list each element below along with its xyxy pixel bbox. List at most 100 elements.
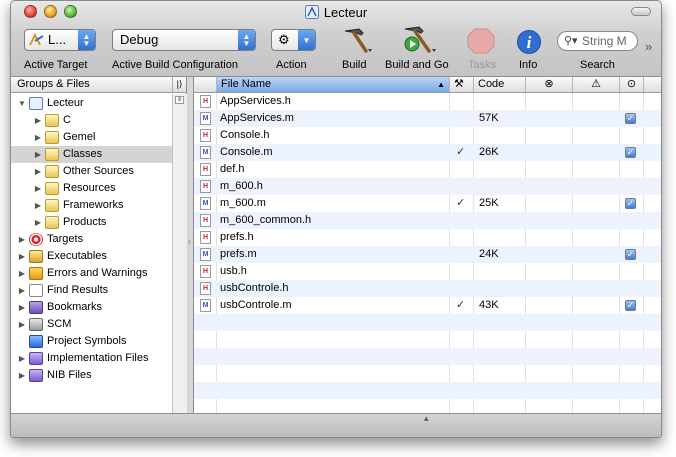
active-build-configuration-popup[interactable]: Debug ▲ ▼: [112, 29, 256, 51]
errors-column-header[interactable]: ⊗: [525, 77, 572, 92]
disclosure-collapsed-icon[interactable]: ▶: [33, 112, 43, 129]
groups-tree-item[interactable]: ▶ NIB Files: [11, 367, 172, 384]
disclosure-expanded-icon[interactable]: ▼: [17, 95, 27, 112]
tasks-button[interactable]: [466, 27, 496, 55]
build-label: Build: [342, 59, 367, 71]
disclosure-collapsed-icon[interactable]: ▶: [33, 214, 43, 231]
table-row[interactable]: Mm_600.m ✓ 25K ✓: [194, 195, 661, 212]
file-name-cell: m_600_common.h: [220, 214, 312, 226]
disclosure-collapsed-icon[interactable]: ▶: [33, 197, 43, 214]
list-view-icon[interactable]: ≡: [175, 96, 184, 104]
source-file-icon: M: [200, 248, 211, 261]
groups-tree-item[interactable]: ▶ Gemel: [11, 129, 172, 146]
groups-tree-item-label: Gemel: [63, 131, 96, 143]
groups-header: Groups & Files |⟩: [11, 77, 186, 93]
disclosure-collapsed-icon[interactable]: ▶: [17, 248, 27, 265]
toolbar-toggle-button[interactable]: [631, 7, 651, 16]
disclosure-collapsed-icon[interactable]: ▶: [17, 299, 27, 316]
groups-tree-item[interactable]: ▶ Bookmarks: [11, 299, 172, 316]
executables-icon: [29, 250, 43, 263]
file-name-cell: prefs.m: [220, 248, 257, 260]
groups-tree-item[interactable]: ▶ Other Sources: [11, 163, 172, 180]
header-file-icon: H: [200, 231, 211, 244]
groups-tree-item[interactable]: ▼ Lecteur: [11, 95, 172, 112]
disclosure-collapsed-icon[interactable]: ▶: [33, 163, 43, 180]
file-type-column-header[interactable]: [194, 77, 216, 92]
disclosure-collapsed-icon[interactable]: ▶: [17, 367, 27, 384]
table-row[interactable]: Husb.h: [194, 263, 661, 280]
groups-tree-item[interactable]: ▶ Executables: [11, 248, 172, 265]
table-row[interactable]: Hdef.h: [194, 161, 661, 178]
groups-tree-item[interactable]: ▶ SCM: [11, 316, 172, 333]
code-column-header[interactable]: Code: [473, 77, 525, 92]
pane-splitter[interactable]: ‹: [187, 77, 194, 413]
groups-tree-item[interactable]: ▶ Errors and Warnings: [11, 265, 172, 282]
code-size-cell: 43K: [479, 299, 499, 311]
folder-icon: [45, 165, 59, 178]
folder-icon: [45, 114, 59, 127]
disclosure-collapsed-icon[interactable]: ▶: [17, 316, 27, 333]
target-membership-checkbox[interactable]: ✓: [625, 198, 636, 209]
groups-tree-item[interactable]: ▶ Frameworks: [11, 197, 172, 214]
table-row[interactable]: M AppServices.m 57K ✓: [194, 110, 661, 127]
disclosure-collapsed-icon[interactable]: ▶: [17, 282, 27, 299]
tasks-label: Tasks: [468, 59, 497, 71]
table-row[interactable]: Hm_600.h: [194, 178, 661, 195]
disclosure-collapsed-icon[interactable]: ▶: [33, 180, 43, 197]
build-and-go-button[interactable]: [397, 23, 439, 57]
table-row[interactable]: HusbControle.h: [194, 280, 661, 297]
disclosure-collapsed-icon[interactable]: ▶: [17, 350, 27, 367]
file-name-column-header[interactable]: File Name ▲: [216, 77, 449, 92]
target-membership-checkbox[interactable]: ✓: [625, 113, 636, 124]
table-row[interactable]: Hm_600_common.h: [194, 212, 661, 229]
warnings-column-header[interactable]: ⚠: [572, 77, 619, 92]
header-file-icon: H: [200, 214, 211, 227]
folder-icon: [45, 216, 59, 229]
table-row[interactable]: Mprefs.m 24K ✓: [194, 246, 661, 263]
scm-icon: [29, 318, 43, 331]
groups-tree-item[interactable]: ▶ Targets: [11, 231, 172, 248]
build-checkmark-icon: ✓: [456, 197, 466, 209]
active-target-popup[interactable]: L... ▲ ▼: [24, 29, 96, 51]
build-button[interactable]: [335, 23, 375, 57]
target-column-header[interactable]: ⊙: [619, 77, 643, 92]
target-membership-checkbox[interactable]: ✓: [625, 147, 636, 158]
groups-tree-item[interactable]: ▶ Find Results: [11, 282, 172, 299]
groups-tree-item[interactable]: ▶ C: [11, 112, 172, 129]
window-title-text: Lecteur: [323, 5, 368, 20]
file-name-cell: m_600.m: [220, 197, 266, 209]
toolbar-overflow-icon[interactable]: »: [645, 39, 652, 54]
table-row[interactable]: MusbControle.m ✓ 43K ✓: [194, 297, 661, 314]
search-input[interactable]: ⚲▾ String M: [557, 31, 638, 51]
targets-icon: [29, 233, 43, 246]
table-row[interactable]: H AppServices.h: [194, 93, 661, 110]
groups-tree-item[interactable]: ▶ Products: [11, 214, 172, 231]
disclosure-collapsed-icon[interactable]: ▶: [17, 231, 27, 248]
disclosure-collapsed-icon[interactable]: ▶: [17, 265, 27, 282]
target-membership-icon: ⊙: [626, 78, 637, 90]
groups-tree-item[interactable]: ▶ Classes: [11, 146, 172, 163]
table-row[interactable]: Hprefs.h: [194, 229, 661, 246]
groups-tree-item-label: Targets: [47, 233, 84, 245]
info-icon: i: [517, 30, 541, 54]
groups-scrollbar[interactable]: ≡: [172, 94, 187, 413]
target-membership-checkbox[interactable]: ✓: [625, 300, 636, 311]
info-button[interactable]: i: [515, 29, 543, 55]
target-membership-checkbox[interactable]: ✓: [625, 249, 636, 260]
groups-tree-item[interactable]: ▶ Resources: [11, 180, 172, 197]
build-column-header[interactable]: ⚒: [449, 77, 473, 92]
groups-tree-item[interactable]: ▶ Implementation Files: [11, 350, 172, 367]
file-name-cell: usbControle.h: [220, 282, 289, 294]
build-checkmark-icon: ✓: [456, 146, 466, 158]
action-label: Action: [276, 59, 307, 71]
file-name-cell: usbControle.m: [220, 299, 292, 311]
table-row[interactable]: M Console.m ✓ 26K ✓: [194, 144, 661, 161]
active-target-value: L...: [48, 32, 67, 47]
split-view-icon[interactable]: |⟩: [172, 77, 186, 92]
groups-tree-item[interactable]: Project Symbols: [11, 333, 172, 350]
action-popup[interactable]: ⚙ ▼: [271, 29, 316, 51]
disclosure-collapsed-icon[interactable]: ▶: [33, 146, 43, 163]
disclosure-collapsed-icon[interactable]: ▶: [33, 129, 43, 146]
table-row[interactable]: H Console.h: [194, 127, 661, 144]
splitter-grip-icon[interactable]: ▴: [424, 413, 429, 424]
